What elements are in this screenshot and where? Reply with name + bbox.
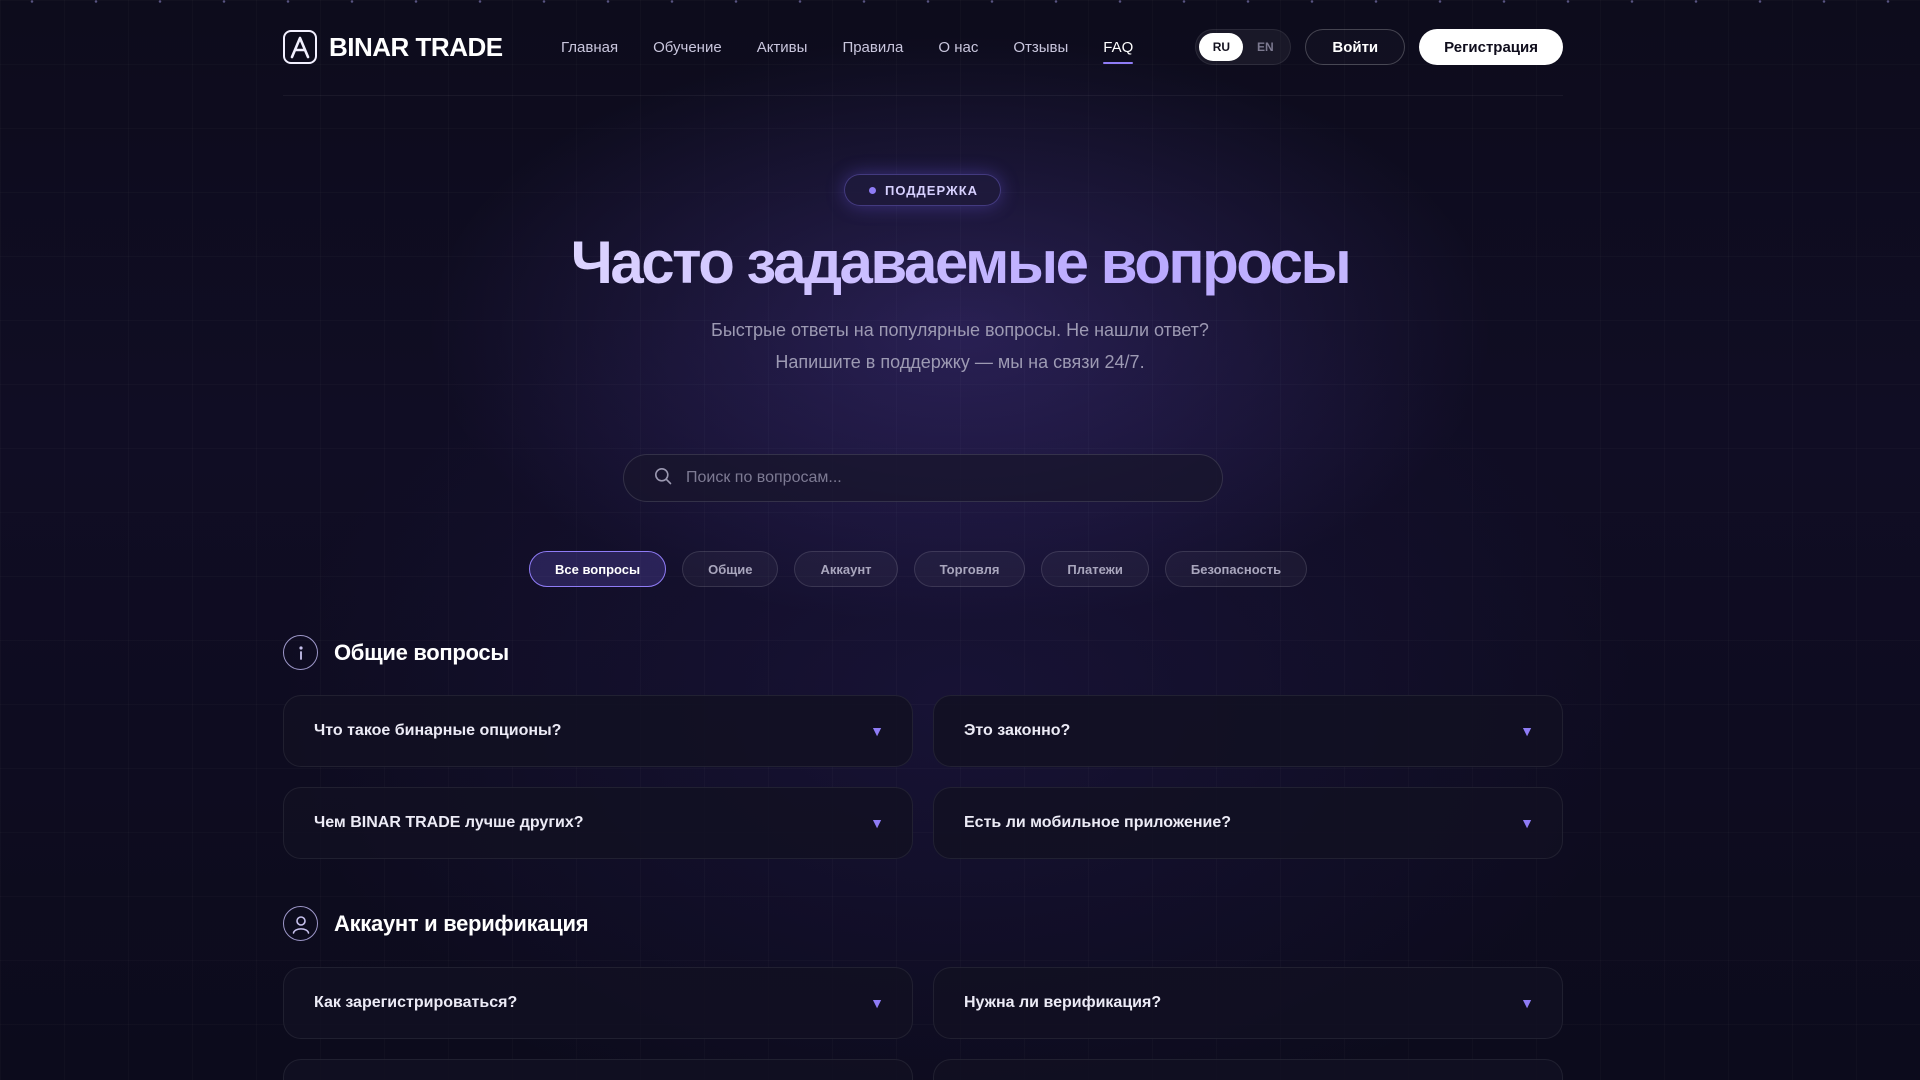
faq-item[interactable]: Это законно? ▼ [933, 695, 1563, 767]
chevron-down-icon: ▼ [870, 995, 884, 1011]
faq-item[interactable]: Нужна ли верификация? ▼ [933, 967, 1563, 1039]
support-badge: ПОДДЕРЖКА [844, 174, 1002, 206]
register-button[interactable]: Регистрация [1419, 29, 1563, 65]
section-general-title: Общие вопросы [334, 639, 509, 665]
search-icon [654, 467, 672, 490]
nav-item-reviews[interactable]: Отзывы [1013, 33, 1068, 62]
chevron-down-icon: ▼ [870, 723, 884, 739]
subtitle-line-2: Напишите в поддержку — мы на связи 24/7. [775, 352, 1145, 372]
filter-payments[interactable]: Платежи [1041, 551, 1149, 587]
logo-icon [283, 30, 317, 64]
filter-trading[interactable]: Торговля [913, 551, 1026, 587]
filter-general[interactable]: Общие [682, 551, 779, 587]
user-icon [283, 906, 318, 941]
nav-item-education[interactable]: Обучение [653, 33, 722, 62]
filter-security[interactable]: Безопасность [1164, 551, 1308, 587]
category-filters: Все вопросы Общие Аккаунт Торговля Плате… [529, 551, 1308, 587]
badge-label: ПОДДЕРЖКА [885, 182, 979, 198]
chevron-down-icon: ▼ [1520, 723, 1534, 739]
search-input[interactable] [686, 469, 1222, 487]
faq-question: Как зарегистрироваться? [314, 994, 518, 1011]
info-icon [283, 635, 318, 670]
faq-question: Чем BINAR TRADE лучше других? [314, 814, 584, 831]
faq-search [623, 454, 1223, 502]
top-decoration [0, 0, 1920, 3]
chevron-down-icon: ▼ [870, 815, 884, 831]
main-navigation: Главная Обучение Активы Правила О нас От… [561, 33, 1134, 64]
section-account-questions: Как зарегистрироваться? ▼ Нужна ли вериф… [283, 967, 1563, 1080]
nav-item-assets[interactable]: Активы [757, 33, 808, 62]
faq-question: Что такое бинарные опционы? [314, 722, 562, 739]
filter-account[interactable]: Аккаунт [794, 551, 898, 587]
header-divider [283, 95, 1563, 96]
brand-logo[interactable]: BINAR TRADE [283, 30, 561, 64]
section-general-header: Общие вопросы [283, 635, 509, 670]
nav-item-about[interactable]: О нас [938, 33, 978, 62]
chevron-down-icon: ▼ [1520, 995, 1534, 1011]
nav-item-home[interactable]: Главная [561, 33, 618, 62]
language-switcher: RU EN [1195, 29, 1292, 65]
faq-question: Есть ли мобильное приложение? [964, 814, 1232, 831]
faq-item[interactable]: Как зарегистрироваться? ▼ [283, 967, 913, 1039]
badge-dot-icon [869, 186, 876, 194]
faq-question: Это законно? [964, 722, 1071, 739]
page-subtitle: Быстрые ответы на популярные вопросы. Не… [0, 314, 1920, 378]
nav-item-faq[interactable]: FAQ [1103, 33, 1134, 64]
section-account-title: Аккаунт и верификация [334, 910, 589, 936]
login-button[interactable]: Войти [1305, 29, 1406, 65]
faq-question: Нужна ли верификация? [964, 994, 1162, 1011]
lang-en-button[interactable]: EN [1243, 33, 1287, 61]
nav-item-rules[interactable]: Правила [842, 33, 903, 62]
brand-name: BINAR TRADE [329, 31, 503, 62]
faq-item-partial[interactable] [283, 1059, 913, 1080]
section-account-header: Аккаунт и верификация [283, 906, 589, 941]
site-header: BINAR TRADE Главная Обучение Активы Прав… [283, 24, 1563, 70]
faq-item[interactable]: Чем BINAR TRADE лучше других? ▼ [283, 787, 913, 859]
chevron-down-icon: ▼ [1520, 815, 1534, 831]
page-title: Часто задаваемые вопросы [0, 228, 1920, 297]
subtitle-line-1: Быстрые ответы на популярные вопросы. Не… [711, 320, 1209, 340]
lang-ru-button[interactable]: RU [1199, 33, 1244, 61]
header-actions: RU EN Войти Регистрация [1195, 29, 1563, 65]
faq-item[interactable]: Что такое бинарные опционы? ▼ [283, 695, 913, 767]
faq-item-partial[interactable] [933, 1059, 1563, 1080]
section-general-questions: Что такое бинарные опционы? ▼ Это законн… [283, 695, 1563, 859]
faq-item[interactable]: Есть ли мобильное приложение? ▼ [933, 787, 1563, 859]
filter-all[interactable]: Все вопросы [529, 551, 667, 587]
